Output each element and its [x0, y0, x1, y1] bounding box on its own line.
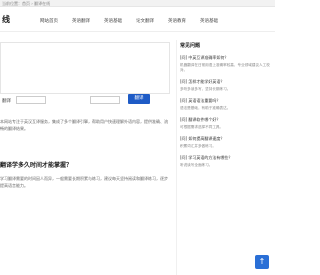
- question-text: 可根据需求选择不同工具。: [180, 125, 224, 129]
- main-nav: 网站首页 英语翻译 英语基础 论文翻译 英语教育 英语基础: [40, 18, 232, 24]
- translate-button[interactable]: 翻译: [128, 94, 150, 104]
- translate-label: 翻译: [2, 99, 11, 104]
- list-item[interactable]: [问] 如何提高翻译速度？ 积累词汇并多做练习。: [180, 136, 276, 149]
- site-logo[interactable]: 线: [2, 14, 10, 25]
- faq-article: 翻译学多久时间才能掌握？ 学习翻译需要的时间因人而异，一般需要长期积累与练习，建…: [0, 160, 170, 189]
- question-title: [问] 学习英语的方法有哪些？: [180, 155, 233, 160]
- list-item[interactable]: [问] 英语语法重要吗？ 语法是基础，有助于准确表达。: [180, 98, 276, 111]
- nav-item-english-education[interactable]: 英语教育: [168, 18, 186, 24]
- translator-panel: 翻译 翻译: [0, 42, 170, 112]
- question-title: [问] 英语语法重要吗？: [180, 98, 221, 103]
- question-text: 听说读写全面练习。: [180, 163, 213, 167]
- side-faq-panel: 常见问题 [问] 中英互译准确率如何？ 机器翻译在日常用语上准确率较高，专业领域…: [176, 40, 276, 275]
- nav-item-english-translation[interactable]: 英语翻译: [72, 18, 90, 24]
- list-item[interactable]: [问] 中英互译准确率如何？ 机器翻译在日常用语上准确率较高，专业领域建议人工校…: [180, 55, 276, 73]
- question-text: 积累词汇并多做练习。: [180, 144, 216, 148]
- question-title: [问] 如何提高翻译速度？: [180, 136, 225, 141]
- site-header: 线 网站首页 英语翻译 英语基础 论文翻译 英语教育 英语基础: [0, 7, 275, 32]
- question-title: [问] 翻译软件哪个好？: [180, 117, 221, 122]
- nav-item-paper-translation[interactable]: 论文翻译: [136, 18, 154, 24]
- question-text: 多听多读多写，坚持长期练习。: [180, 87, 231, 91]
- nav-item-english-basics-2[interactable]: 英语基础: [200, 18, 218, 24]
- source-language-select[interactable]: [16, 96, 46, 104]
- list-item[interactable]: [问] 翻译软件哪个好？ 可根据需求选择不同工具。: [180, 117, 276, 130]
- question-title: [问] 怎样才能学好英语？: [180, 79, 225, 84]
- nav-item-english-basics[interactable]: 英语基础: [104, 18, 122, 24]
- list-item[interactable]: [问] 学习英语的方法有哪些？ 听说读写全面练习。: [180, 155, 276, 168]
- source-text-input[interactable]: [0, 42, 170, 94]
- side-panel-title: 常见问题: [180, 43, 201, 49]
- intro-text: 本网站专注于英汉互译服务，集成了多个翻译引擎，帮助用户快速理解外语内容，提供准确…: [0, 119, 168, 131]
- list-item[interactable]: [问] 怎样才能学好英语？ 多听多读多写，坚持长期练习。: [180, 79, 276, 92]
- target-language-select[interactable]: [90, 96, 120, 104]
- nav-item-home[interactable]: 网站首页: [40, 18, 58, 24]
- question-text: 机器翻译在日常用语上准确率较高，专业领域建议人工校对。: [180, 63, 270, 72]
- scroll-to-top-button[interactable]: ↑: [255, 255, 269, 269]
- faq-body: 学习翻译需要的时间因人而异，一般需要长期积累与练习，建议每天坚持阅读和翻译练习，…: [0, 176, 168, 188]
- faq-title[interactable]: 翻译学多久时间才能掌握？: [0, 160, 170, 169]
- question-title: [问] 中英互译准确率如何？: [180, 55, 229, 60]
- breadcrumb: 当前位置：首页 › 翻译在线: [0, 0, 275, 7]
- question-text: 语法是基础，有助于准确表达。: [180, 106, 231, 110]
